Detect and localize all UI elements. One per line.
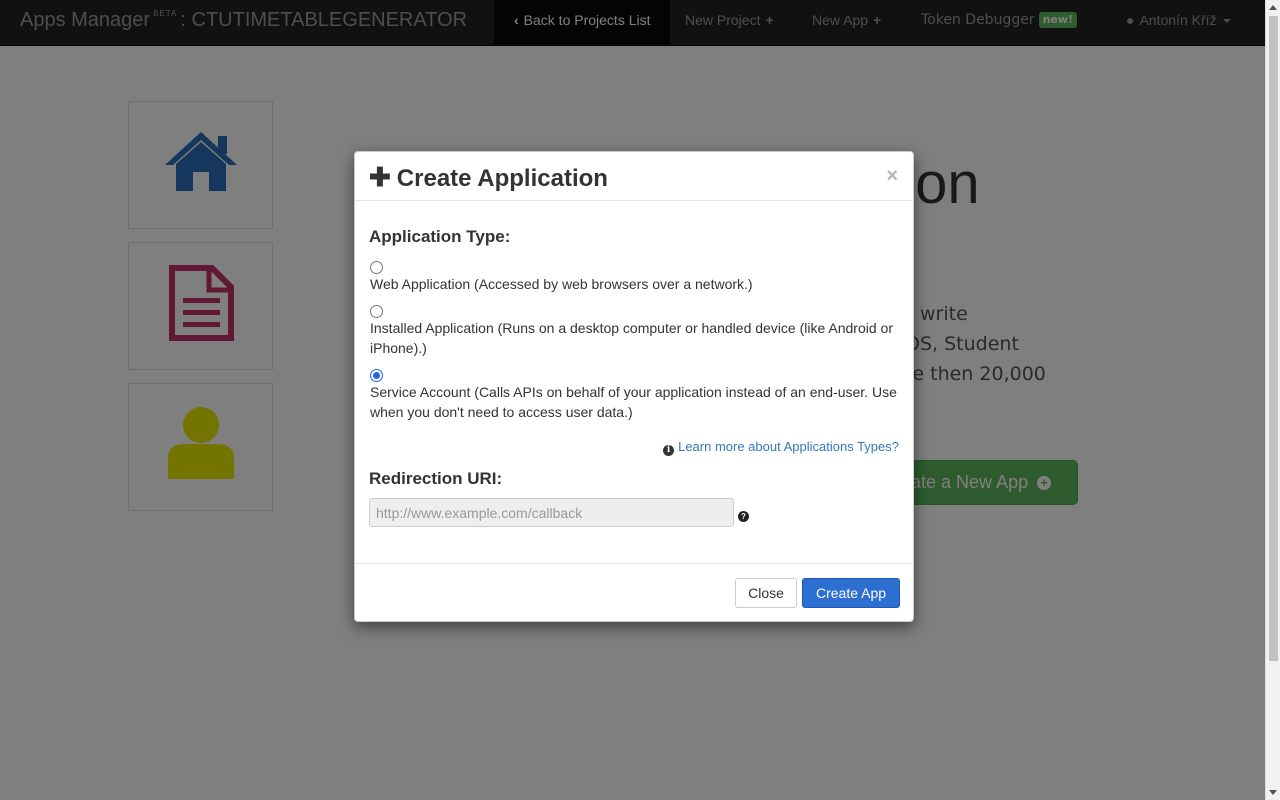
web-application-label: Web Application (Accessed by web browser… — [370, 276, 753, 292]
close-button[interactable]: Close — [735, 578, 797, 608]
installed-application-label: Installed Application (Runs on a desktop… — [370, 320, 893, 356]
modal-header: ✚ Create Application × — [355, 152, 913, 201]
learn-more-text: Learn more about Applications Types? — [678, 439, 899, 454]
radio-installed-application[interactable] — [370, 305, 383, 318]
redirection-uri-input[interactable] — [369, 498, 734, 527]
radio-service-account[interactable] — [370, 369, 383, 382]
modal-title: ✚ Create Application — [369, 162, 608, 193]
scroll-thumb[interactable] — [1269, 16, 1278, 661]
service-account-label: Service Account (Calls APIs on behalf of… — [370, 384, 897, 420]
modal-footer: Close Create App — [355, 563, 913, 621]
modal-title-text: Create Application — [396, 165, 608, 192]
redirection-uri-label: Redirection URI: — [369, 469, 503, 488]
scroll-down-icon[interactable] — [1269, 790, 1277, 795]
application-type-label: Application Type: — [369, 227, 511, 246]
learn-more-link[interactable]: i Learn more about Applications Types? — [663, 439, 899, 456]
close-icon[interactable]: × — [886, 165, 898, 188]
create-application-modal: ✚ Create Application × Application Type: … — [354, 151, 914, 622]
plus-icon: ✚ — [369, 162, 391, 192]
question-icon[interactable]: ? — [738, 511, 749, 522]
scroll-up-icon[interactable] — [1269, 5, 1277, 10]
create-app-button[interactable]: Create App — [802, 578, 900, 608]
info-icon: i — [663, 445, 675, 456]
page-scrollbar[interactable] — [1265, 0, 1280, 800]
radio-web-application[interactable] — [370, 261, 383, 274]
